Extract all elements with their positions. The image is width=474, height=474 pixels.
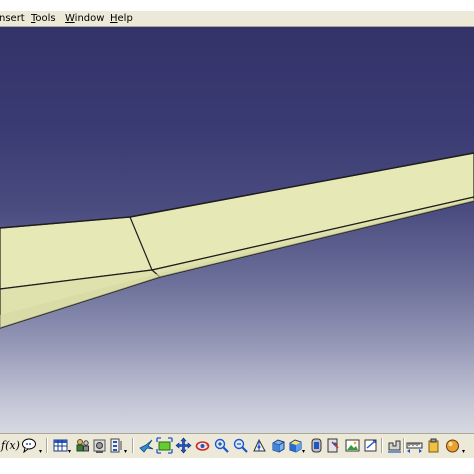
rotate-icon[interactable] bbox=[194, 437, 211, 454]
wing-geometry[interactable] bbox=[0, 27, 474, 433]
measure-between-icon[interactable] bbox=[406, 437, 423, 454]
upper-surface-face[interactable] bbox=[0, 152, 474, 290]
material-dropdown-icon[interactable]: ▾ bbox=[462, 449, 467, 455]
formula-label: f(x) bbox=[1, 439, 20, 452]
table-dropdown-icon[interactable]: ▾ bbox=[68, 449, 73, 455]
pan-icon[interactable] bbox=[175, 437, 192, 454]
options-icon[interactable] bbox=[91, 437, 108, 454]
menu-help-label: elp bbox=[117, 13, 133, 24]
normal-view-icon[interactable] bbox=[251, 437, 268, 454]
menu-tools-label: ools bbox=[35, 13, 56, 24]
render-style-dropdown-icon[interactable]: ▾ bbox=[302, 449, 307, 455]
status-area bbox=[0, 458, 474, 474]
toolbar-separator bbox=[403, 438, 405, 453]
apply-material-icon[interactable] bbox=[444, 437, 461, 454]
menu-help-mnemonic: H bbox=[110, 13, 118, 24]
properties-icon[interactable] bbox=[108, 437, 125, 454]
menu-window-label: indow bbox=[74, 13, 105, 24]
formula-icon[interactable]: f(x) bbox=[1, 437, 20, 454]
update-icon[interactable] bbox=[362, 437, 379, 454]
catalog-icon[interactable] bbox=[74, 437, 91, 454]
table-icon[interactable] bbox=[52, 437, 69, 454]
chat-icon[interactable] bbox=[20, 437, 37, 454]
catia-window: nsert Tools Window Help f(x) ▾ ▾ ▾ ▾ ▾ bbox=[0, 0, 474, 474]
hide-show-icon[interactable] bbox=[308, 437, 325, 454]
toolbar-separator bbox=[132, 438, 134, 453]
3d-viewport[interactable] bbox=[0, 27, 474, 433]
zoom-out-icon[interactable] bbox=[232, 437, 249, 454]
toolbar-separator bbox=[381, 438, 383, 453]
menu-insert-label: nsert bbox=[0, 13, 25, 24]
measure-icon[interactable] bbox=[386, 437, 403, 454]
menu-insert[interactable]: nsert bbox=[0, 12, 25, 25]
capture-icon[interactable] bbox=[344, 437, 361, 454]
chat-dropdown-icon[interactable]: ▾ bbox=[39, 449, 44, 455]
title-bar-remnant bbox=[0, 0, 474, 11]
toolbar-separator bbox=[46, 438, 48, 453]
measure-inertia-icon[interactable] bbox=[425, 437, 442, 454]
fit-all-icon[interactable] bbox=[156, 437, 173, 454]
menu-window-mnemonic: W bbox=[65, 13, 75, 24]
properties-dropdown-icon[interactable]: ▾ bbox=[124, 449, 129, 455]
menu-bar: nsert Tools Window Help bbox=[0, 11, 474, 27]
zoom-in-icon[interactable] bbox=[213, 437, 230, 454]
iso-view-icon[interactable] bbox=[270, 437, 287, 454]
menu-help[interactable]: Help bbox=[110, 12, 133, 25]
menu-tools[interactable]: Tools bbox=[31, 12, 56, 25]
bottom-toolbar: f(x) ▾ ▾ ▾ ▾ ▾ bbox=[0, 433, 474, 458]
swap-space-icon[interactable] bbox=[325, 437, 342, 454]
menu-window[interactable]: Window bbox=[65, 12, 104, 25]
fly-icon[interactable] bbox=[138, 437, 155, 454]
